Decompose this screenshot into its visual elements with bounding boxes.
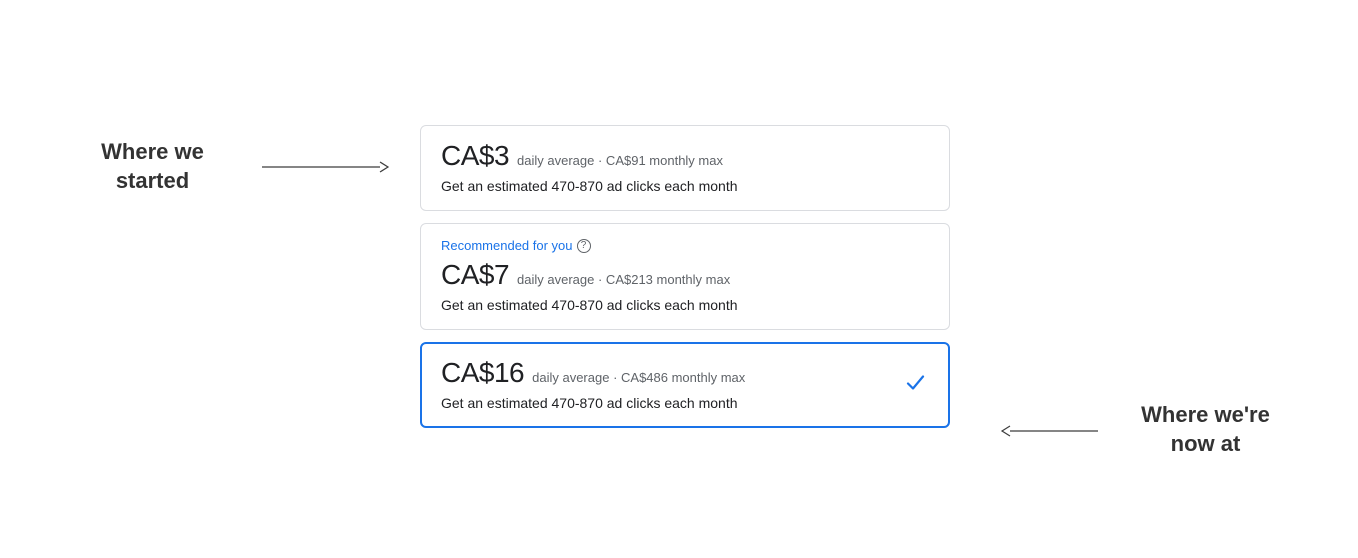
budget-amount-line: CA$3 daily average · CA$91 monthly max: [441, 140, 929, 172]
budget-amount-line: CA$7 daily average · CA$213 monthly max: [441, 259, 929, 291]
budget-estimate: Get an estimated 470-870 ad clicks each …: [441, 178, 929, 194]
checkmark-icon: [904, 372, 926, 399]
budget-options: CA$3 daily average · CA$91 monthly max G…: [420, 125, 950, 440]
recommended-text: Recommended for you: [441, 238, 573, 253]
budget-option-recommended[interactable]: Recommended for you ? CA$7 daily average…: [420, 223, 950, 330]
budget-estimate: Get an estimated 470-870 ad clicks each …: [441, 297, 929, 313]
annotation-now: Where we're now at: [1118, 401, 1293, 458]
help-icon[interactable]: ?: [577, 239, 591, 253]
budget-meta: daily average · CA$486 monthly max: [532, 370, 745, 385]
budget-amount: CA$7: [441, 259, 509, 291]
budget-amount-line: CA$16 daily average · CA$486 monthly max: [441, 357, 929, 389]
recommended-label: Recommended for you ?: [441, 238, 929, 253]
budget-meta: daily average · CA$91 monthly max: [517, 153, 723, 168]
budget-option-high[interactable]: CA$16 daily average · CA$486 monthly max…: [420, 342, 950, 428]
budget-option-low[interactable]: CA$3 daily average · CA$91 monthly max G…: [420, 125, 950, 211]
budget-amount: CA$3: [441, 140, 509, 172]
arrow-right-icon: [260, 160, 390, 179]
arrow-left-icon: [1000, 424, 1100, 443]
budget-meta: daily average · CA$213 monthly max: [517, 272, 730, 287]
budget-amount: CA$16: [441, 357, 524, 389]
budget-estimate: Get an estimated 470-870 ad clicks each …: [441, 395, 929, 411]
annotation-start: Where we started: [70, 138, 235, 195]
